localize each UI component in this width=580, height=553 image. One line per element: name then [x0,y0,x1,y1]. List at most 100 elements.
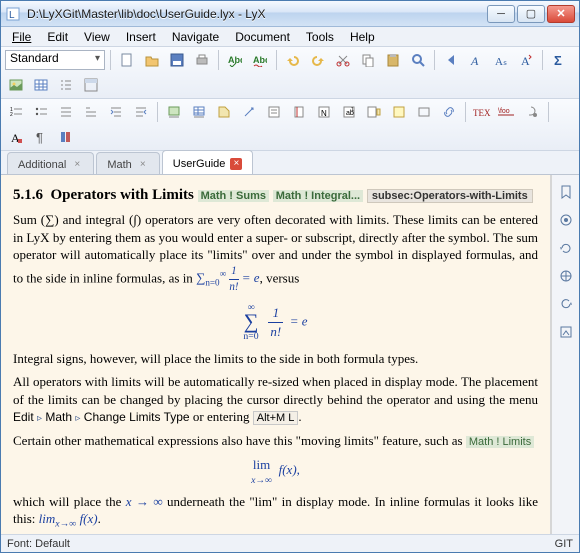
minimize-button[interactable]: ─ [487,5,515,23]
paste-icon[interactable] [382,49,404,71]
bookmark-icon[interactable] [555,181,577,203]
new-doc-icon[interactable] [116,49,138,71]
section-heading: 5.1.6 Operators with Limits Math ! Sums … [13,185,538,205]
tab-close-icon[interactable]: × [137,159,149,171]
description-list-icon[interactable] [80,101,102,123]
label-inset[interactable]: subsec:Operators-with-Limits [367,189,533,203]
open-icon[interactable] [141,49,163,71]
menu-view[interactable]: View [77,28,117,46]
insert-nomencl-icon[interactable]: N [313,101,335,123]
maximize-button[interactable]: ▢ [517,5,545,23]
side-toolbar [551,175,579,534]
decrease-depth-icon[interactable] [130,101,152,123]
math-inline[interactable]: ∑n=0∞ 1n! = e [196,270,260,285]
menu-document[interactable]: Document [228,28,297,46]
undo-icon[interactable] [282,49,304,71]
spellcheck-cont-icon[interactable]: Abc [249,49,271,71]
menu-insert[interactable]: Insert [119,28,163,46]
noun-icon[interactable]: Aₛ [490,49,512,71]
menu-navigate[interactable]: Navigate [165,28,226,46]
close-button[interactable]: ✕ [547,5,575,23]
insert-label-icon[interactable] [213,101,235,123]
math-display[interactable]: lim x→∞ f(x), [13,456,538,487]
text-style-icon[interactable]: A [5,126,27,148]
increase-depth-icon[interactable] [105,101,127,123]
find-icon[interactable] [407,49,429,71]
update-pdf-icon[interactable] [555,237,577,259]
index-inset[interactable]: Math ! Limits [466,436,534,448]
tab-close-icon[interactable]: × [71,159,83,171]
toggle-toolbar-icon[interactable] [80,74,102,96]
svg-text:\foo: \foo [498,108,510,115]
paragraph-style-select[interactable]: Standard [5,50,105,70]
index-inset[interactable]: Math ! Sums [198,190,269,202]
svg-text:2: 2 [10,112,13,118]
cut-icon[interactable] [332,49,354,71]
svg-text:A: A [521,54,530,67]
menu-edit[interactable]: Edit [40,28,75,46]
svg-text:N: N [321,109,327,118]
view-other-icon[interactable] [555,321,577,343]
paragraph[interactable]: which will place the x → ∞ underneath th… [13,493,538,531]
menubar: File Edit View Insert Navigate Document … [1,27,579,47]
math-inline[interactable]: limx→∞ f(x) [39,511,98,526]
redo-icon[interactable] [307,49,329,71]
save-icon[interactable] [166,49,188,71]
app-icon: L [5,6,21,22]
tab-close-icon[interactable]: × [230,158,242,170]
insert-crossref-icon[interactable] [238,101,260,123]
insert-table-float-icon[interactable] [188,101,210,123]
emph-icon[interactable]: A [465,49,487,71]
document-area[interactable]: 5.1.6 Operators with Limits Math ! Sums … [1,175,551,534]
apply-style-icon[interactable]: A [515,49,537,71]
insert-table-icon[interactable] [30,74,52,96]
svg-text:L: L [9,10,15,21]
print-icon[interactable] [191,49,213,71]
view-master-icon[interactable] [555,265,577,287]
tab-math[interactable]: Math× [96,152,159,174]
math-display[interactable]: ∞ ∑ n=0 1 n! = e [13,301,538,344]
tab-userguide[interactable]: UserGuide× [162,150,254,174]
svg-text:A: A [470,54,479,67]
menu-help[interactable]: Help [343,28,382,46]
insert-citation-icon[interactable] [263,101,285,123]
svg-text:Aₛ: Aₛ [495,56,507,67]
math-inline[interactable]: x → ∞ [126,494,163,509]
index-inset[interactable]: Math ! Integral... [273,190,363,202]
copy-icon[interactable] [357,49,379,71]
svg-text:¶: ¶ [36,130,43,144]
statusbar: Font: Default GIT [1,534,579,552]
insert-index-icon[interactable] [288,101,310,123]
include-file-icon[interactable] [521,101,543,123]
insert-box-icon[interactable] [413,101,435,123]
menu-tools[interactable]: Tools [299,28,341,46]
status-vcs: GIT [555,538,573,550]
insert-math-icon[interactable]: Σ [548,49,570,71]
update-master-icon[interactable] [555,293,577,315]
paragraph-settings-icon[interactable]: ¶ [30,126,52,148]
insert-tex-icon[interactable]: TEX [471,101,493,123]
insert-footnote-icon[interactable]: ab1 [338,101,360,123]
insert-note-icon[interactable] [388,101,410,123]
insert-hyperlink-icon[interactable] [438,101,460,123]
view-pdf-icon[interactable] [555,209,577,231]
insert-ert-icon[interactable]: \foo [496,101,518,123]
paragraph[interactable]: Sum (∑) and integral (∫) operators are v… [13,211,538,294]
paragraph[interactable]: Integral signs, however, will place the … [13,350,538,368]
menu-path: Edit ▹ Math ▹ Change Limits Type [13,410,190,424]
spellcheck-icon[interactable]: Abc [224,49,246,71]
thesaurus-icon[interactable] [55,126,77,148]
list-icon[interactable] [55,101,77,123]
numbered-list-icon[interactable]: 12 [5,101,27,123]
bullet-list-icon[interactable] [30,101,52,123]
paragraph[interactable]: All operators with limits will be automa… [13,373,538,426]
tab-additional[interactable]: Additional× [7,152,94,174]
status-font: Font: Default [7,538,70,550]
outline-icon[interactable] [55,74,77,96]
navigate-back-icon[interactable] [440,49,462,71]
menu-file[interactable]: File [5,28,38,46]
insert-graphics-icon[interactable] [5,74,27,96]
insert-margin-note-icon[interactable] [363,101,385,123]
insert-figure-float-icon[interactable] [163,101,185,123]
paragraph[interactable]: Certain other mathematical expressions a… [13,432,538,450]
